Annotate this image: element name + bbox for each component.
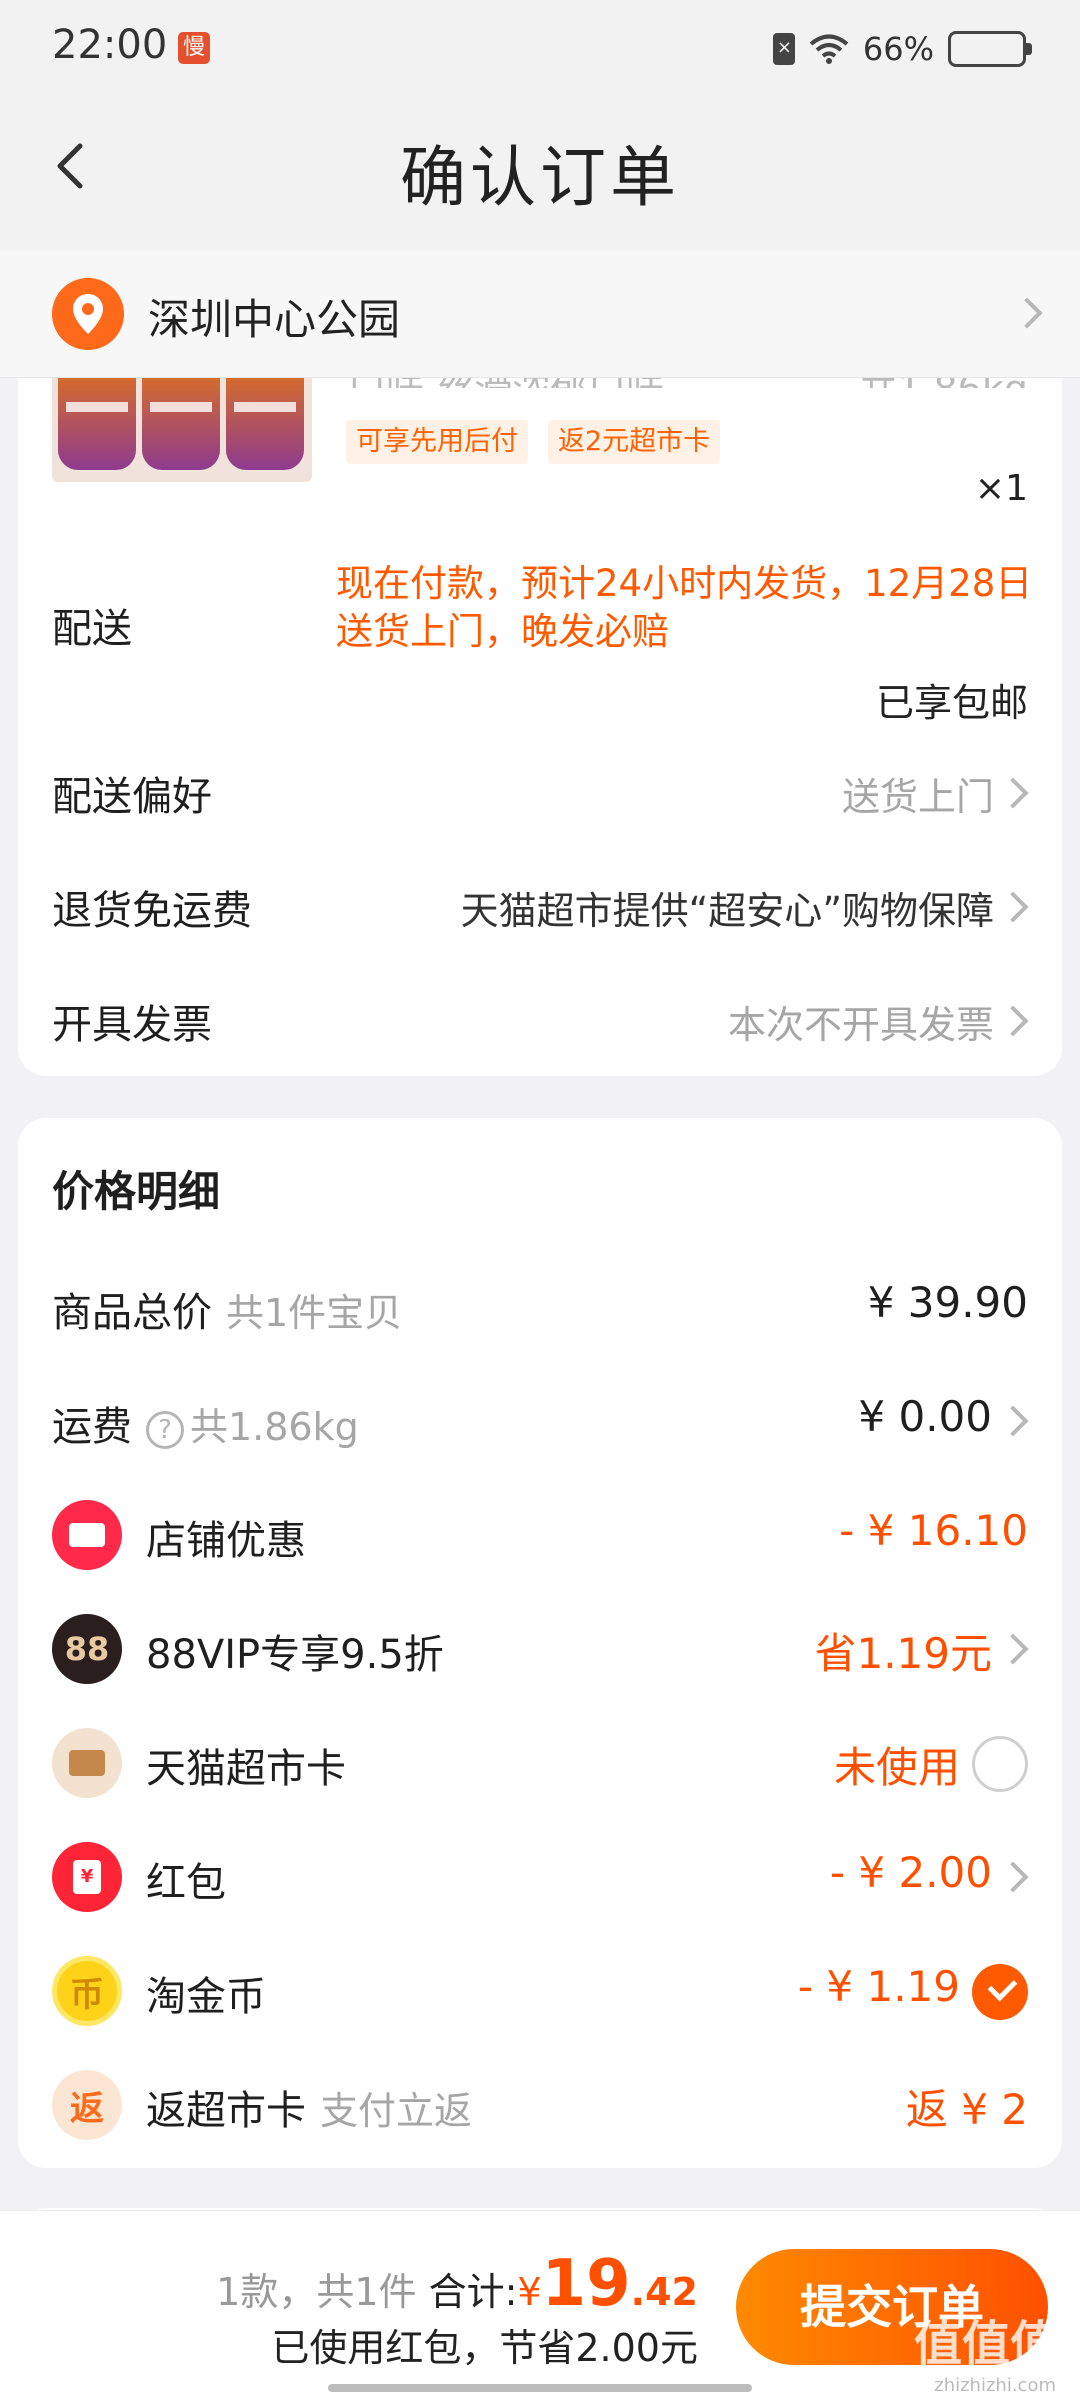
- chevron-right-icon: [997, 1861, 1029, 1893]
- shipping-fee-value: ¥ 0.00: [858, 1392, 992, 1441]
- supermarket-card-row[interactable]: 天猫超市卡 未使用: [18, 1716, 1062, 1816]
- battery-percent: 66%: [862, 30, 934, 68]
- product-image[interactable]: [52, 378, 312, 482]
- chevron-right-icon: [997, 777, 1029, 809]
- gift-card-icon: [52, 1728, 122, 1798]
- cashback-card-row: 返 返超市卡 支付立返 返 ¥ 2: [18, 2058, 1062, 2158]
- store-discount-row: 店铺优惠 - ¥ 16.10: [18, 1488, 1062, 1588]
- red-packet-label: 红包: [146, 1860, 226, 1906]
- delivery-preference-value: 送货上门: [841, 775, 994, 819]
- price-detail-card: 价格明细 商品总价 共1件宝贝 ¥ 39.90 运费? 共1.86kg ¥ 0.00…: [18, 1118, 1062, 2168]
- cashback-sub: 支付立返: [320, 2089, 473, 2133]
- address-bar[interactable]: 深圳中心公园: [0, 250, 1080, 378]
- status-bar: 22:00 慢 66%: [0, 0, 1080, 100]
- status-time: 22:00: [52, 22, 168, 68]
- price-detail-title: 价格明细: [52, 1167, 221, 1216]
- red-packet-value: - ¥ 2.00: [829, 1848, 992, 1897]
- page-title: 确认订单: [400, 139, 680, 216]
- total-amount-dec: .42: [630, 2270, 698, 2314]
- total-amount-int: 19: [541, 2247, 631, 2321]
- help-icon[interactable]: ?: [146, 1411, 184, 1449]
- cashback-label: 返超市卡 支付立返: [146, 2088, 473, 2134]
- red-packet-icon: ¥: [52, 1842, 122, 1912]
- checkout-bar: 1款，共1件 合计:¥19.42 已使用红包，节省2.00元 提交订单 值值值 …: [0, 2210, 1080, 2400]
- chevron-right-icon: [997, 891, 1029, 923]
- order-total: 1款，共1件 合计:¥19.42: [216, 2247, 698, 2321]
- chevron-right-icon: [997, 1405, 1029, 1437]
- delivery-row: 配送 现在付款，预计24小时内发货，12月28日送货上门，晚发必赔 已享包邮: [18, 562, 1062, 725]
- vip-discount-value: 省1.19元: [814, 1629, 992, 1678]
- return-shipping-label: 退货免运费: [52, 888, 252, 934]
- shipping-weight: 共1.86kg: [190, 1405, 359, 1449]
- delivery-preference-label: 配送偏好: [52, 774, 212, 820]
- red-packet-row[interactable]: ¥ 红包 - ¥ 2.00: [18, 1830, 1062, 1930]
- tag-supermarket-card: 返2元超市卡: [548, 420, 721, 464]
- coin-icon: 币: [52, 1956, 122, 2026]
- 88vip-icon: 88: [52, 1614, 122, 1684]
- goods-total-row: 商品总价 共1件宝贝 ¥ 39.90: [18, 1260, 1062, 1360]
- return-shipping-value: 天猫超市提供“超安心”购物保障: [460, 889, 994, 933]
- app-notification-icon: 慢: [178, 32, 210, 64]
- shipping-fee-row[interactable]: 运费? 共1.86kg ¥ 0.00: [18, 1374, 1062, 1474]
- saving-note: 已使用红包，节省2.00元: [271, 2326, 698, 2370]
- chevron-right-icon: [997, 1005, 1029, 1037]
- store-discount-label: 店铺优惠: [146, 1518, 306, 1564]
- battery-icon: [948, 31, 1032, 67]
- taojinbi-label: 淘金币: [146, 1974, 266, 2020]
- status-indicators: 66%: [772, 26, 1032, 72]
- vip-discount-row[interactable]: 88 88VIP专享9.5折 省1.19元: [18, 1602, 1062, 1702]
- invoice-label: 开具发票: [52, 1002, 212, 1048]
- watermark-url: zhizhizhi.com: [934, 2375, 1056, 2396]
- taojinbi-row[interactable]: 币 淘金币 - ¥ 1.19: [18, 1944, 1062, 2044]
- return-shipping-row[interactable]: 退货免运费 天猫超市提供“超安心”购物保障: [18, 856, 1062, 956]
- total-label: 合计:: [428, 2270, 518, 2314]
- shipping-fee-label: 运费? 共1.86kg: [52, 1404, 359, 1450]
- coupon-icon: [52, 1500, 122, 1570]
- delivery-note: 现在付款，预计24小时内发货，12月28日送货上门，晚发必赔: [336, 562, 1033, 653]
- delivery-preference-row[interactable]: 配送偏好 送货上门: [18, 742, 1062, 842]
- invoice-value: 本次不开具发票: [727, 1003, 994, 1047]
- cashback-value: 返 ¥ 2: [905, 2085, 1028, 2134]
- nav-bar: 确认订单: [0, 100, 1080, 250]
- home-indicator[interactable]: [328, 2384, 752, 2392]
- delivery-label: 配送: [52, 606, 132, 652]
- supermarket-card-value: 未使用: [833, 1743, 960, 1792]
- address-text: 深圳中心公园: [148, 295, 401, 344]
- watermark-logo: 值值值: [913, 2316, 1058, 2372]
- sim-icon: [772, 33, 795, 65]
- supermarket-card-checkbox[interactable]: [972, 1736, 1028, 1792]
- invoice-row[interactable]: 开具发票 本次不开具发票: [18, 970, 1062, 1070]
- goods-total-label: 商品总价 共1件宝贝: [52, 1290, 403, 1336]
- vip-discount-label: 88VIP专享9.5折: [146, 1632, 444, 1678]
- free-shipping-note: 已享包邮: [875, 681, 1028, 725]
- chevron-right-icon: [997, 1633, 1029, 1665]
- item-count: 1款，共1件: [216, 2270, 417, 2314]
- wifi-icon: [809, 34, 849, 64]
- tag-pay-later: 可享先用后付: [346, 420, 528, 464]
- store-discount-value: - ¥ 16.10: [839, 1506, 1028, 1555]
- supermarket-card-label: 天猫超市卡: [146, 1746, 346, 1792]
- goods-total-value: ¥ 39.90: [867, 1278, 1028, 1327]
- order-info-card: 口味 丝滑浓郁口味, 共1.86kg 可享先用后付 返2元超市卡 ×1 配送 现…: [18, 367, 1062, 1076]
- cashback-icon: 返: [52, 2070, 122, 2140]
- taojinbi-checkbox[interactable]: [972, 1964, 1028, 2020]
- taojinbi-value: - ¥ 1.19: [797, 1962, 960, 2011]
- location-pin-icon: [52, 278, 124, 350]
- chevron-right-icon: [1011, 297, 1043, 329]
- goods-count: 共1件宝贝: [226, 1291, 403, 1335]
- product-quantity: ×1: [974, 468, 1028, 509]
